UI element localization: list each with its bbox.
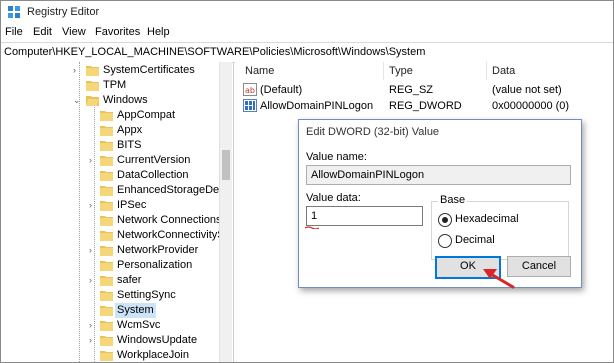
pane-splitter[interactable] — [233, 62, 234, 362]
folder-icon — [100, 156, 113, 166]
tree-item-label: EnhancedStorageDevic — [117, 184, 231, 196]
expand-chevron-icon[interactable]: › — [89, 199, 98, 211]
title-bar[interactable]: Registry Editor — [1, 1, 613, 23]
tree-item-label: AppCompat — [117, 109, 176, 121]
expand-chevron-icon[interactable]: › — [73, 64, 82, 76]
registry-editor-icon — [8, 6, 20, 18]
value-data-label: Value data: — [306, 192, 361, 204]
expand-chevron-icon[interactable]: › — [89, 154, 98, 166]
address-path[interactable]: Computer\HKEY_LOCAL_MACHINE\SOFTWARE\Pol… — [4, 46, 425, 58]
registry-editor-window: Registry Editor File Edit View Favorites… — [0, 0, 614, 363]
base-label: Base — [438, 194, 468, 206]
folder-icon — [100, 171, 113, 181]
value-name: (Default) — [260, 84, 303, 96]
tree-item-label: NetworkProvider — [117, 244, 199, 256]
column-divider[interactable] — [383, 62, 384, 80]
expand-chevron-icon[interactable]: › — [89, 334, 98, 346]
expand-chevron-icon[interactable]: › — [89, 319, 98, 331]
tree-item-label: WorkplaceJoin — [117, 349, 189, 361]
folder-icon — [100, 336, 113, 346]
expand-chevron-icon[interactable]: › — [89, 274, 98, 286]
column-divider[interactable] — [486, 62, 487, 80]
tree-item-label: DataCollection — [117, 169, 189, 181]
folder-icon — [100, 291, 113, 301]
tree-item-label: SettingSync — [117, 289, 176, 301]
tree-pane: › SystemCertificates TPM ⌄ Windows AppCo… — [1, 62, 231, 362]
tree-item-label: safer — [117, 274, 142, 286]
folder-icon — [100, 246, 113, 256]
tree-item-label: IPSec — [117, 199, 147, 211]
folder-icon — [100, 276, 113, 286]
tree-item-label: NetworkConnectivityS — [117, 229, 225, 241]
hexadecimal-radio[interactable] — [438, 213, 452, 227]
scrollbar-thumb[interactable] — [222, 150, 230, 180]
column-header-name[interactable]: Name — [245, 65, 274, 77]
folder-icon — [100, 126, 113, 136]
folder-icon — [100, 186, 113, 196]
expand-chevron-icon[interactable]: › — [89, 244, 98, 256]
folder-icon — [86, 81, 99, 91]
tree-item-label: Personalization — [117, 259, 193, 271]
tree-item-label: Windows — [103, 94, 148, 106]
hexadecimal-label[interactable]: Hexadecimal — [455, 213, 519, 225]
dialog-title: Edit DWORD (32-bit) Value — [306, 126, 440, 138]
folder-icon — [100, 231, 113, 241]
binary-value-icon — [243, 99, 257, 112]
menu-bar: File Edit View Favorites Help — [1, 23, 613, 42]
menu-favorites[interactable]: Favorites — [95, 26, 140, 38]
value-name: AllowDomainPINLogon — [260, 100, 374, 112]
address-bar[interactable]: Computer\HKEY_LOCAL_MACHINE\SOFTWARE\Pol… — [1, 42, 613, 63]
value-data: 0x00000000 (0) — [492, 100, 570, 112]
column-header-data[interactable]: Data — [492, 65, 515, 77]
tree-item-label: System — [115, 303, 156, 318]
tree-item-label: Appx — [117, 124, 143, 136]
decimal-radio[interactable] — [438, 234, 452, 248]
value-row-allowdomainpinlogon[interactable]: AllowDomainPINLogon REG_DWORD 0x00000000… — [235, 98, 613, 114]
folder-icon — [100, 261, 113, 271]
value-data: (value not set) — [492, 84, 562, 96]
folder-icon — [100, 141, 113, 151]
svg-text:ab: ab — [245, 86, 255, 95]
menu-view[interactable]: View — [62, 26, 86, 38]
folder-icon — [100, 111, 113, 121]
value-data-text: 1 — [311, 210, 318, 222]
value-name-text: AllowDomainPINLogon — [311, 169, 425, 181]
column-header-type[interactable]: Type — [389, 65, 413, 77]
string-value-icon: ab — [243, 83, 257, 96]
value-type: REG_SZ — [389, 84, 434, 96]
collapse-chevron-icon[interactable]: ⌄ — [73, 94, 82, 106]
folder-open-icon — [86, 96, 99, 106]
menu-file[interactable]: File — [5, 26, 23, 38]
menu-help[interactable]: Help — [147, 26, 170, 38]
value-name-label: Value name: — [306, 151, 367, 163]
window-title: Registry Editor — [27, 6, 100, 18]
folder-icon — [100, 201, 113, 211]
tree-item-label: CurrentVersion — [117, 154, 191, 166]
tree-item-label: Network Connections — [117, 214, 222, 226]
decimal-label[interactable]: Decimal — [455, 234, 495, 246]
tree-item-label: TPM — [103, 79, 127, 91]
folder-icon — [100, 216, 113, 226]
tree-item-label: WindowsUpdate — [117, 334, 198, 346]
folder-icon — [100, 306, 113, 316]
value-name-field[interactable]: AllowDomainPINLogon — [306, 165, 571, 185]
red-underline-annotation — [305, 226, 319, 229]
menu-edit[interactable]: Edit — [33, 26, 52, 38]
base-groupbox: Base Hexadecimal Decimal — [431, 194, 569, 260]
tree-item-label: BITS — [117, 139, 142, 151]
folder-icon — [86, 66, 99, 76]
tree-connector — [79, 62, 80, 362]
folder-icon — [100, 321, 113, 331]
edit-dword-dialog: Edit DWORD (32-bit) Value Value name: Al… — [298, 119, 582, 288]
red-arrow-icon — [483, 269, 515, 289]
tree-item-label: WcmSvc — [117, 319, 161, 331]
folder-icon — [100, 351, 113, 361]
tree-scrollbar[interactable] — [219, 62, 232, 362]
value-type: REG_DWORD — [389, 100, 462, 112]
tree-item-label: SystemCertificates — [103, 64, 195, 76]
value-data-input[interactable]: 1 — [306, 206, 423, 226]
value-row-default[interactable]: ab (Default) REG_SZ (value not set) — [235, 82, 613, 98]
